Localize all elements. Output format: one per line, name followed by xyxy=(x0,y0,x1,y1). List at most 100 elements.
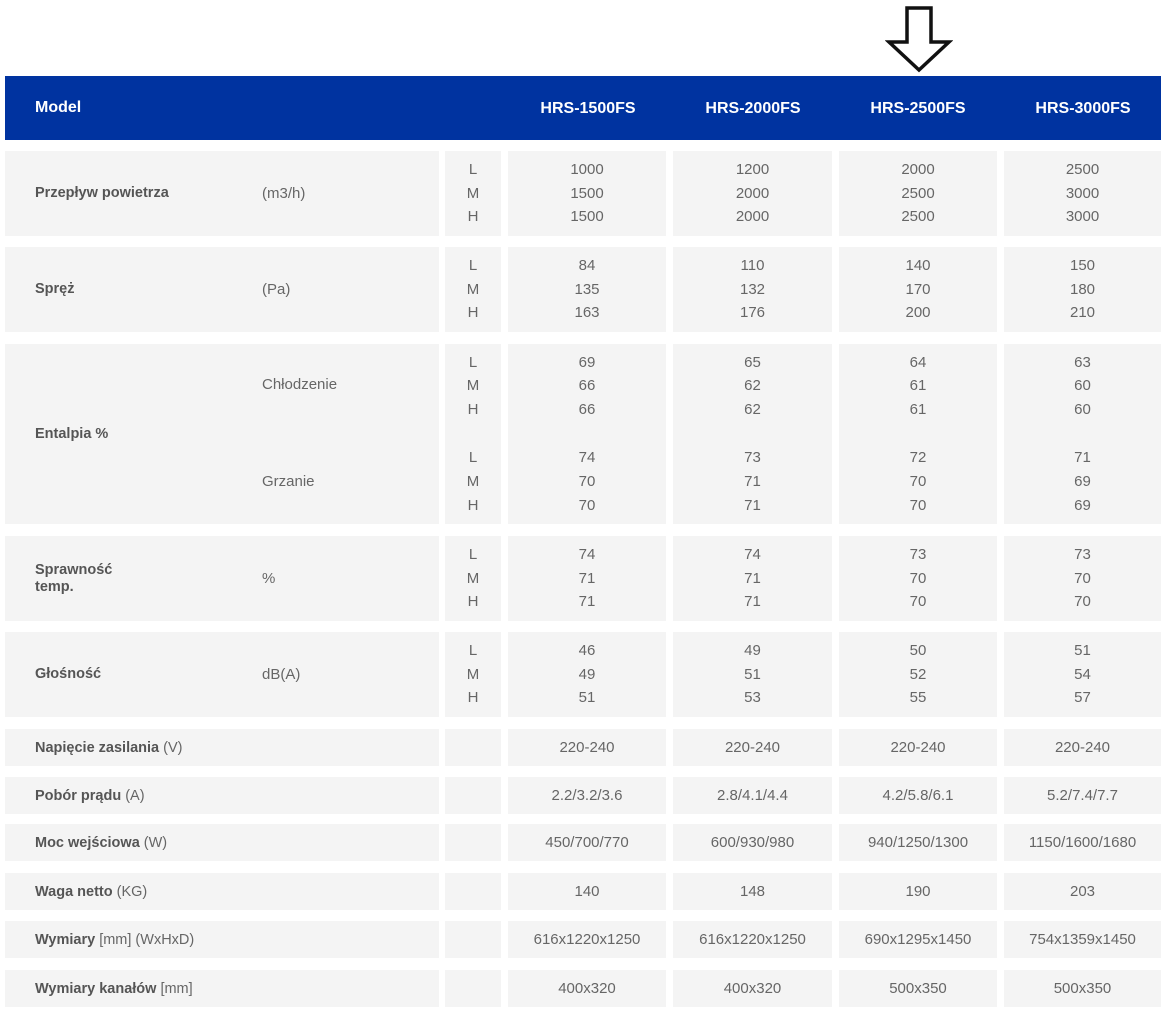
param-label: Moc wejściowa (W) xyxy=(35,824,167,861)
cell-value: 72 xyxy=(909,449,927,466)
param-unit: (Pa) xyxy=(262,281,291,298)
lmh-cell: LMH xyxy=(445,247,501,332)
cell-value: 50 xyxy=(909,641,927,659)
cell-value: 1000 xyxy=(570,160,604,178)
cell-value: 2500 xyxy=(1065,160,1100,178)
param-unit: (KG) xyxy=(116,883,148,900)
cell-value: 3000 xyxy=(1065,184,1100,202)
cell-value: 46 xyxy=(578,641,596,659)
value-cell: 500x350 xyxy=(839,970,997,1007)
lmh-label: H xyxy=(467,593,479,611)
cell-value: 74 xyxy=(744,545,761,563)
cell-value: 64 xyxy=(909,353,927,371)
param-name: Sprawność temp. xyxy=(35,561,113,595)
cell-value: 2000 xyxy=(901,160,935,178)
row-label-enthalpy: Entalpia % Chłodzenie Grzanie xyxy=(5,344,439,524)
model-name-hrs-3000fs: HRS-3000FS xyxy=(1035,100,1131,117)
sub-label-heating: Grzanie xyxy=(262,473,315,490)
row-label-current: Pobór prądu (A) xyxy=(5,777,439,814)
empty-cell xyxy=(445,824,501,861)
lmh-label: M xyxy=(466,665,480,683)
value-cell: 50 52 55 xyxy=(839,632,997,717)
cell-value: 2500 xyxy=(901,184,935,202)
value-cell: 2.2/3.2/3.6 xyxy=(508,777,666,814)
param-unit: % xyxy=(262,570,276,587)
param-label: Wymiary kanałów [mm] xyxy=(35,970,193,1007)
cell-value: 51 xyxy=(1074,641,1091,659)
value-cell: 73 70 70 xyxy=(839,536,997,621)
lmh-label: L xyxy=(468,449,478,466)
cell-value: 170 xyxy=(905,280,931,298)
cell-value: 69 xyxy=(1074,496,1091,514)
param-unit: [mm] (WxHxD) xyxy=(99,931,195,948)
row-label-noise: Głośność dB(A) xyxy=(5,632,439,717)
cell-value: 71 xyxy=(744,472,761,490)
cell-value: 51 xyxy=(578,689,596,707)
value-cell: 49 51 53 xyxy=(673,632,832,717)
empty-cell xyxy=(445,873,501,910)
lmh-cell: LMH xyxy=(445,536,501,621)
cell-value: 71 xyxy=(744,496,761,514)
cell-value: 74 xyxy=(578,449,596,466)
lmh-label: H xyxy=(467,401,479,419)
param-name: Przepływ powietrza xyxy=(35,185,169,201)
cell-value: 180 xyxy=(1069,280,1096,298)
cell-value: 176 xyxy=(739,304,766,322)
cell-value: 70 xyxy=(1074,569,1091,587)
value-cell: 73 70 70 xyxy=(1004,536,1161,621)
param-label: Waga netto (KG) xyxy=(35,873,147,910)
cell-value: 3000 xyxy=(1065,208,1100,226)
value-cell: 754x1359x1450 xyxy=(1004,921,1161,958)
row-label-input-power: Moc wejściowa (W) xyxy=(5,824,439,861)
param-unit: (A) xyxy=(125,787,145,804)
cell-value: 60 xyxy=(1074,401,1091,419)
cell-value: 61 xyxy=(909,401,927,419)
param-name: Pobór prądu xyxy=(35,787,122,804)
param-name: Entalpia % xyxy=(35,425,109,442)
value-cell: 65 62 62 73 71 71 xyxy=(673,344,832,524)
row-label-airflow: Przepływ powietrza (m3/h) xyxy=(5,151,439,236)
value-cell: 51 54 57 xyxy=(1004,632,1161,717)
param-name: Waga netto xyxy=(35,883,113,900)
value-cell: 1200 2000 2000 xyxy=(673,151,832,236)
lmh-label: H xyxy=(467,689,479,707)
value-cell: 203 xyxy=(1004,873,1161,910)
arrow-down-outline-icon xyxy=(885,6,953,73)
param-name: Głośność xyxy=(35,666,102,682)
cell-value: 1500 xyxy=(570,208,604,226)
cell-value: 110 xyxy=(740,256,765,274)
value-cell: 690x1295x1450 xyxy=(839,921,997,958)
value-cell: 500x350 xyxy=(1004,970,1161,1007)
lmh-label: M xyxy=(466,569,480,587)
cell-value: 49 xyxy=(744,641,761,659)
value-cell: 400x320 xyxy=(508,970,666,1007)
cell-value: 2000 xyxy=(735,208,770,226)
value-cell: 190 xyxy=(839,873,997,910)
cell-value: 54 xyxy=(1074,665,1091,683)
cell-value: 200 xyxy=(905,304,931,322)
param-name: Wymiary kanałów xyxy=(35,980,157,997)
cell-value: 71 xyxy=(578,593,596,611)
value-cell: 220-240 xyxy=(1004,729,1161,766)
value-cell: 220-240 xyxy=(839,729,997,766)
lmh-label: H xyxy=(467,496,479,514)
row-label-pressure: Spręż (Pa) xyxy=(5,247,439,332)
cell-value: 2000 xyxy=(735,184,770,202)
cell-value: 62 xyxy=(744,401,761,419)
lmh-cell: LMH LMH xyxy=(445,344,501,524)
lmh-label: M xyxy=(466,377,480,395)
value-cell: 1150/1600/1680 xyxy=(1004,824,1161,861)
param-label: Napięcie zasilania (V) xyxy=(35,729,182,766)
cell-value: 70 xyxy=(909,569,927,587)
cell-value: 140 xyxy=(905,256,931,274)
param-name: Moc wejściowa xyxy=(35,834,140,851)
value-cell: 46 49 51 xyxy=(508,632,666,717)
cell-value: 63 xyxy=(1074,353,1091,371)
value-cell: 940/1250/1300 xyxy=(839,824,997,861)
cell-value: 84 xyxy=(578,256,596,274)
cell-value: 57 xyxy=(1074,689,1091,707)
value-cell: 600/930/980 xyxy=(673,824,832,861)
lmh-label: L xyxy=(468,353,478,371)
cell-value: 70 xyxy=(578,472,596,490)
cell-value: 71 xyxy=(578,569,596,587)
